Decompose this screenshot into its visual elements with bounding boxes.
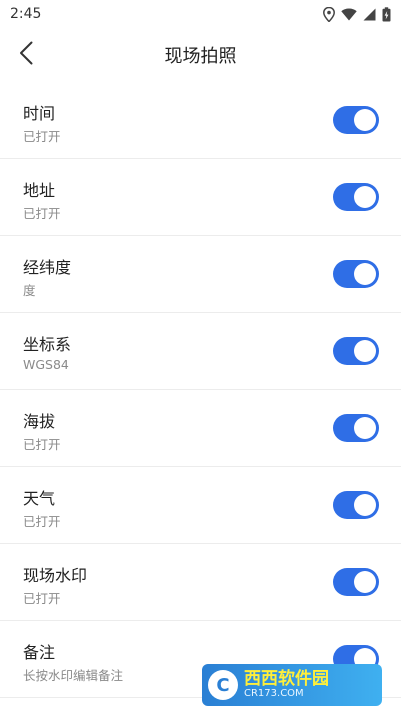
setting-row-altitude: 海拔 已打开: [0, 390, 401, 467]
toggle-knob: [354, 340, 376, 362]
back-button[interactable]: [10, 38, 42, 72]
setting-subtitle: 已打开: [23, 206, 61, 221]
toggle-knob: [354, 417, 376, 439]
toggle-switch-address[interactable]: [333, 183, 379, 211]
setting-subtitle: 已打开: [23, 437, 61, 452]
status-time: 2:45: [10, 6, 42, 22]
toggle-knob: [354, 263, 376, 285]
watermark-logo-icon: C: [208, 670, 238, 700]
toggle-knob: [354, 494, 376, 516]
app-header: 现场拍照: [0, 28, 401, 82]
toggle-switch-weather[interactable]: [333, 491, 379, 519]
toggle-knob: [354, 109, 376, 131]
signal-icon: [363, 8, 376, 21]
setting-row-latlng: 经纬度 度: [0, 236, 401, 313]
toggle-switch-altitude[interactable]: [333, 414, 379, 442]
setting-title: 天气: [23, 489, 56, 508]
toggle-knob: [354, 186, 376, 208]
setting-subtitle: 已打开: [23, 514, 61, 529]
status-bar: 2:45: [0, 0, 401, 28]
toggle-switch-coordinate-system[interactable]: [333, 337, 379, 365]
setting-row-time: 时间 已打开: [0, 82, 401, 159]
back-arrow-icon: [19, 41, 33, 69]
setting-title: 海拔: [23, 412, 56, 431]
watermark-text: 西西软件园 CR173.COM: [244, 668, 329, 699]
setting-title: 现场水印: [23, 566, 88, 585]
wifi-icon: [341, 8, 357, 21]
setting-subtitle: 已打开: [23, 591, 61, 606]
setting-row-watermark: 现场水印 已打开: [0, 544, 401, 621]
toggle-switch-time[interactable]: [333, 106, 379, 134]
setting-title: 备注: [23, 643, 56, 662]
setting-title: 地址: [23, 181, 56, 200]
setting-title: 经纬度: [23, 258, 72, 277]
battery-icon: [382, 6, 391, 22]
setting-row-weather: 天气 已打开: [0, 467, 401, 544]
location-icon: [323, 6, 335, 22]
site-watermark: C 西西软件园 CR173.COM: [202, 664, 382, 706]
settings-list: 时间 已打开 地址 已打开 经纬度 度 坐标系 WGS84 海拔 已打开 天气 …: [0, 82, 401, 698]
toggle-knob: [354, 571, 376, 593]
page-title: 现场拍照: [164, 46, 237, 67]
watermark-main-text: 西西软件园: [244, 668, 329, 689]
setting-subtitle: 长按水印编辑备注: [23, 668, 124, 683]
setting-row-coordinate-system: 坐标系 WGS84: [0, 313, 401, 390]
setting-subtitle: 已打开: [23, 129, 61, 144]
setting-subtitle: WGS84: [23, 357, 69, 372]
setting-subtitle: 度: [23, 283, 36, 298]
setting-title: 坐标系: [23, 335, 72, 354]
toggle-switch-latlng[interactable]: [333, 260, 379, 288]
setting-row-address: 地址 已打开: [0, 159, 401, 236]
toggle-switch-watermark[interactable]: [333, 568, 379, 596]
watermark-sub-text: CR173.COM: [244, 687, 304, 699]
setting-title: 时间: [23, 104, 56, 123]
status-icons: [323, 6, 391, 22]
